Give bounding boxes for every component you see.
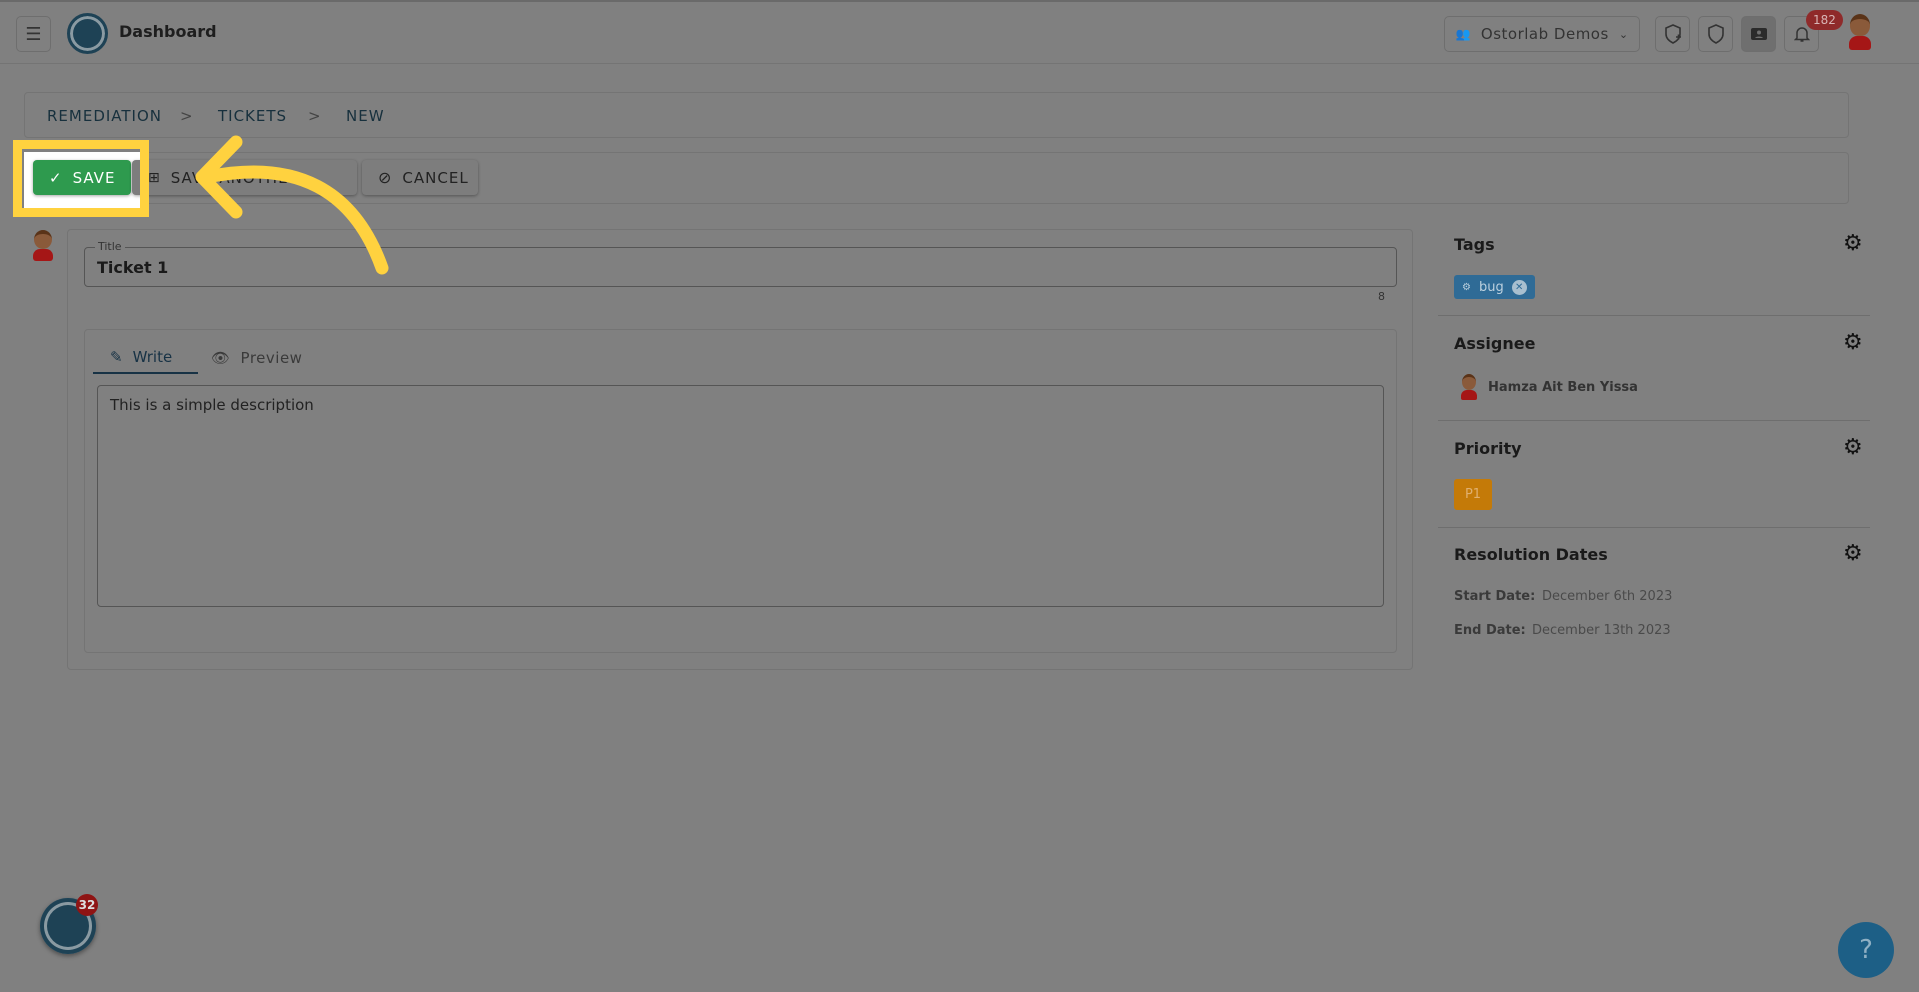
annotation-arrow (195, 135, 389, 275)
